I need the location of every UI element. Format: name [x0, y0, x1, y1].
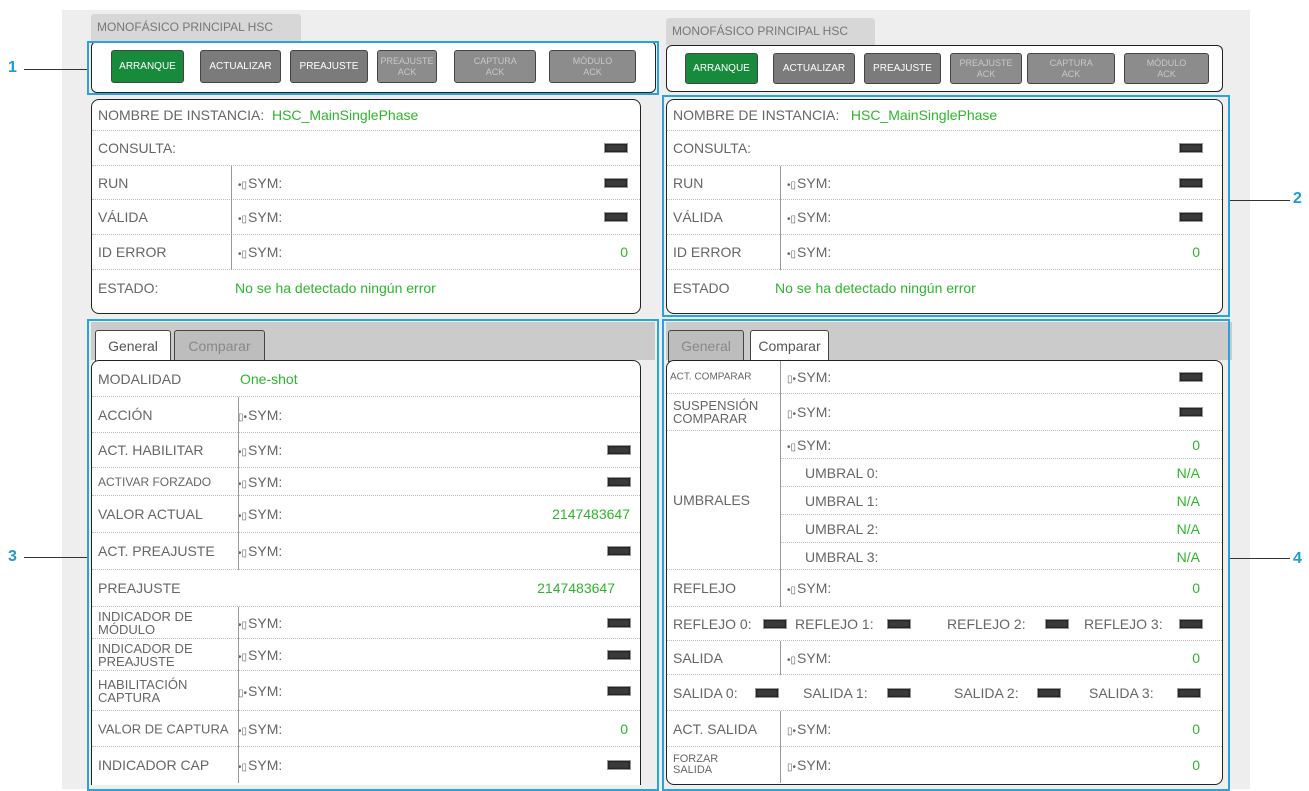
- actualizar-button[interactable]: ACTUALIZAR: [773, 53, 855, 84]
- valida-sym[interactable]: •▯SYM:: [238, 209, 282, 225]
- callout-line-1: [24, 69, 87, 70]
- instance-row: NOMBRE DE INSTANCIA: HSC_MainSinglePhase: [92, 100, 640, 131]
- callout-box-2: [662, 95, 1230, 317]
- consulta-row: CONSULTA:: [92, 131, 640, 166]
- run-label: RUN: [98, 174, 129, 191]
- instance-label: NOMBRE DE INSTANCIA:: [98, 107, 265, 123]
- callout-line-4: [1230, 558, 1290, 559]
- id-error-label: ID ERROR: [98, 244, 167, 260]
- left-title-tab: MONOFÁSICO PRINCIPAL HSC: [91, 14, 301, 41]
- input-icon: •▯: [238, 179, 248, 191]
- valida-label: VÁLIDA: [98, 209, 148, 225]
- divider: [231, 166, 232, 270]
- modulo-ack-button[interactable]: MÓDULO ACK: [1124, 53, 1209, 84]
- instance-value: HSC_MainSinglePhase: [271, 107, 419, 123]
- callout-box-1: [87, 41, 659, 95]
- estado-label: ESTADO:: [98, 279, 159, 296]
- callout-number-1: 1: [8, 59, 17, 76]
- callout-box-4: [662, 319, 1230, 791]
- callout-line-2: [1230, 200, 1290, 201]
- preajuste-button[interactable]: PREAJUSTE: [864, 53, 941, 84]
- run-sym[interactable]: •▯SYM:: [238, 175, 282, 191]
- id-error-sym[interactable]: •▯SYM:: [238, 244, 282, 260]
- run-led: [604, 177, 628, 188]
- callout-number-3: 3: [8, 548, 17, 565]
- left-status-panel: NOMBRE DE INSTANCIA: HSC_MainSinglePhase…: [91, 99, 641, 314]
- captura-ack-button[interactable]: CAPTURA ACK: [1027, 53, 1115, 84]
- consulta-label: CONSULTA:: [98, 140, 177, 156]
- preajuste-ack-button[interactable]: PREAJUSTE ACK: [950, 53, 1022, 84]
- valida-led: [604, 212, 628, 222]
- id-error-value: 0: [620, 244, 628, 260]
- arranque-button[interactable]: ARRANQUE: [685, 53, 758, 84]
- id-error-row: ID ERROR •▯SYM: 0: [92, 235, 640, 270]
- consulta-led: [604, 143, 628, 153]
- right-title-tab: MONOFÁSICO PRINCIPAL HSC: [666, 18, 875, 45]
- right-toolbar: ARRANQUE ACTUALIZAR PREAJUSTE PREAJUSTE …: [666, 45, 1223, 92]
- callout-number-4: 4: [1293, 550, 1302, 567]
- input-icon: •▯: [238, 214, 248, 225]
- input-icon: •▯: [238, 249, 248, 260]
- callout-box-3: [87, 319, 659, 791]
- callout-line-3: [24, 557, 87, 558]
- estado-value: No se ha detectado ningún error: [235, 279, 436, 296]
- estado-row: ESTADO: No se ha detectado ningún error: [92, 270, 640, 305]
- valida-row: VÁLIDA •▯SYM:: [92, 200, 640, 235]
- run-row: RUN •▯SYM:: [92, 166, 640, 200]
- callout-number-2: 2: [1293, 190, 1302, 207]
